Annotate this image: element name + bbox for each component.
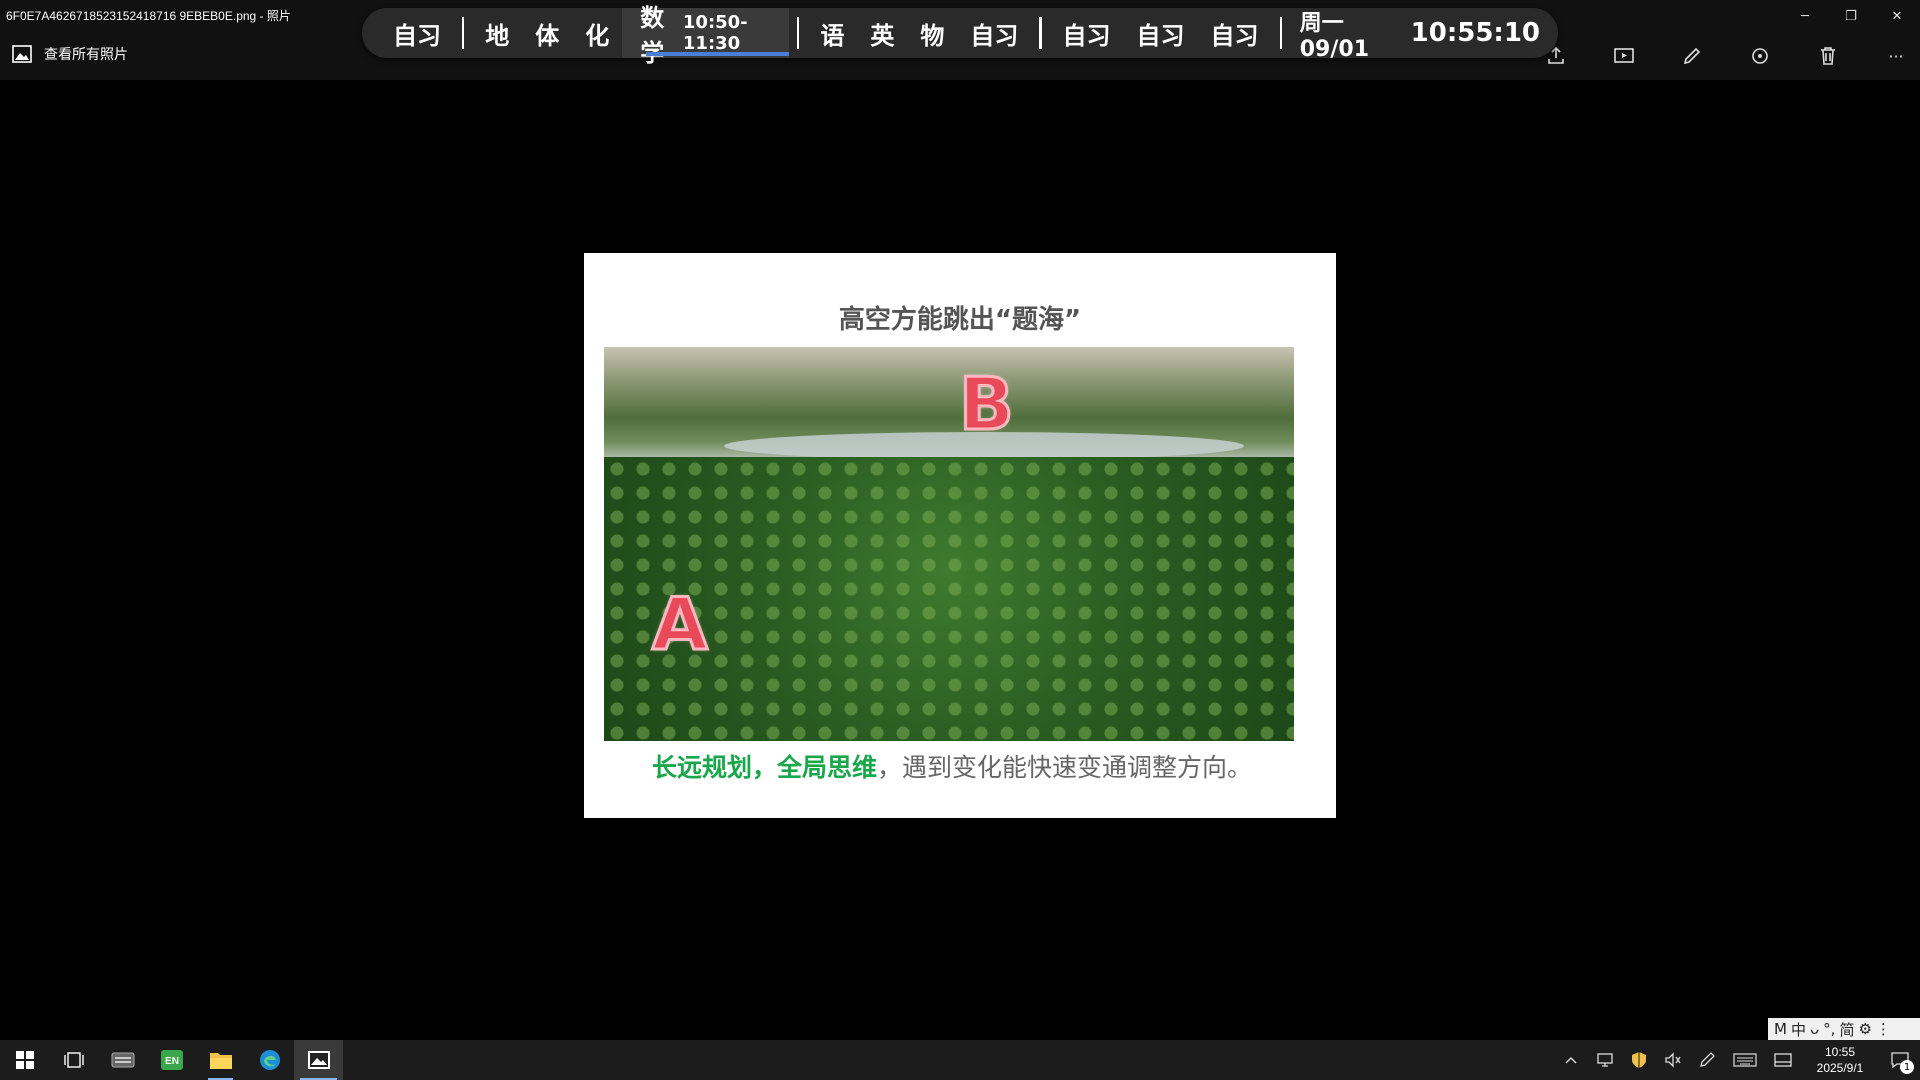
notification-count: 1	[1900, 1060, 1914, 1074]
notification-center-icon[interactable]: 1	[1880, 1040, 1920, 1080]
minimize-button[interactable]: ─	[1782, 0, 1828, 32]
current-class-time: 10:50-11:30	[682, 12, 748, 54]
schedule-divider	[797, 17, 800, 49]
network-icon[interactable]	[1588, 1040, 1622, 1080]
tablet-icon[interactable]	[1766, 1040, 1800, 1080]
schedule-item: 语	[820, 21, 845, 50]
marker-a: A	[651, 581, 710, 668]
slide-title: 高空方能跳出“题海”	[838, 305, 1082, 335]
schedule-item: 自习	[1136, 21, 1185, 50]
schedule-divider	[1279, 17, 1282, 49]
photo-tools: ···	[1540, 40, 1912, 72]
en-app-icon[interactable]: EN	[147, 1040, 196, 1080]
taskbar: EN 10:55 2025/9/1 1	[0, 1040, 1920, 1080]
ime-more-icon[interactable]: ⋮	[1876, 1020, 1891, 1038]
ime-chinese-toggle[interactable]: 中	[1791, 1019, 1806, 1040]
schedule-item: 地	[485, 21, 510, 50]
ime-simplified-toggle[interactable]: 简	[1839, 1019, 1854, 1040]
mute-icon[interactable]	[1656, 1040, 1690, 1080]
keyboard-icon[interactable]	[1724, 1040, 1766, 1080]
slideshow-icon[interactable]	[1608, 40, 1640, 72]
rotate-icon[interactable]	[1744, 40, 1776, 72]
file-explorer-icon[interactable]	[196, 1040, 245, 1080]
schedule-item: 化	[585, 21, 610, 50]
keyboard-app-icon[interactable]	[98, 1040, 147, 1080]
window-title: 6F0E7A4626718523152418716 9EBEB0E.png - …	[6, 9, 291, 23]
view-all-photos-button[interactable]: 查看所有照片	[12, 44, 128, 64]
schedule-item: 自习	[393, 21, 441, 50]
schedule-item: 物	[920, 21, 945, 50]
slide-caption: 长远规划，全局思维，遇到变化能快速变通调整方向。	[652, 748, 1252, 784]
edge-icon[interactable]	[245, 1040, 294, 1080]
edit-icon[interactable]	[1676, 40, 1708, 72]
task-view-icon[interactable]	[49, 1040, 98, 1080]
schedule-item: 自习	[1062, 21, 1111, 50]
current-class-name: 数学	[640, 4, 665, 67]
forest-aerial-image: B A	[604, 347, 1294, 741]
ime-mode-icon[interactable]: M	[1774, 1020, 1787, 1038]
close-button[interactable]: ✕	[1874, 0, 1920, 32]
delete-icon[interactable]	[1812, 40, 1844, 72]
current-class: 数学 10:50-11:30	[622, 4, 790, 67]
current-class-progress	[646, 52, 790, 56]
schedule-clock: 10:55:10	[1410, 18, 1540, 48]
system-date: 2025/9/1	[1816, 1061, 1864, 1075]
schedule-date: 周一 09/01	[1299, 10, 1369, 62]
schedule-item: 自习	[970, 21, 1019, 50]
more-icon[interactable]: ···	[1880, 40, 1912, 72]
displayed-photo[interactable]: 高空方能跳出“题海” B A 长远规划，全局思维，遇到变化能快速变通调整方向。	[584, 253, 1336, 818]
caption-highlight: 长远规划，全局思维	[652, 753, 878, 782]
class-schedule-bar: 自习 地 体 化 数学 10:50-11:30 语 英 物 自习 自习 自习 自…	[362, 4, 1558, 67]
ime-punctuation-toggle[interactable]: °,	[1823, 1020, 1835, 1038]
caption-text: ，遇到变化能快速变通调整方向。	[877, 753, 1253, 782]
system-time: 10:55	[1824, 1045, 1856, 1059]
schedule-item: 自习	[1210, 21, 1259, 50]
svg-text:EN: EN	[165, 1056, 179, 1067]
ime-toolbar: M 中 ᴗ °, 简 ⚙ ⋮	[1768, 1018, 1920, 1040]
security-icon[interactable]	[1622, 1040, 1656, 1080]
schedule-divider	[1039, 17, 1042, 49]
pen-icon[interactable]	[1690, 1040, 1724, 1080]
window-controls: ─ ❐ ✕	[1782, 0, 1920, 32]
schedule-item: 体	[535, 21, 560, 50]
schedule-divider	[462, 17, 465, 49]
view-all-photos-label: 查看所有照片	[44, 47, 128, 63]
schedule-item: 英	[870, 21, 895, 50]
ime-moon-icon[interactable]: ᴗ	[1810, 1020, 1819, 1038]
marker-b: B	[958, 361, 1016, 448]
start-icon[interactable]	[0, 1040, 49, 1080]
system-clock[interactable]: 10:55 2025/9/1	[1800, 1044, 1880, 1076]
restore-button[interactable]: ❐	[1828, 0, 1874, 32]
photos-icon[interactable]	[294, 1040, 343, 1080]
ime-settings-icon[interactable]: ⚙	[1858, 1020, 1871, 1038]
photos-gallery-icon	[12, 45, 32, 63]
chevron-up-icon[interactable]	[1554, 1040, 1588, 1080]
